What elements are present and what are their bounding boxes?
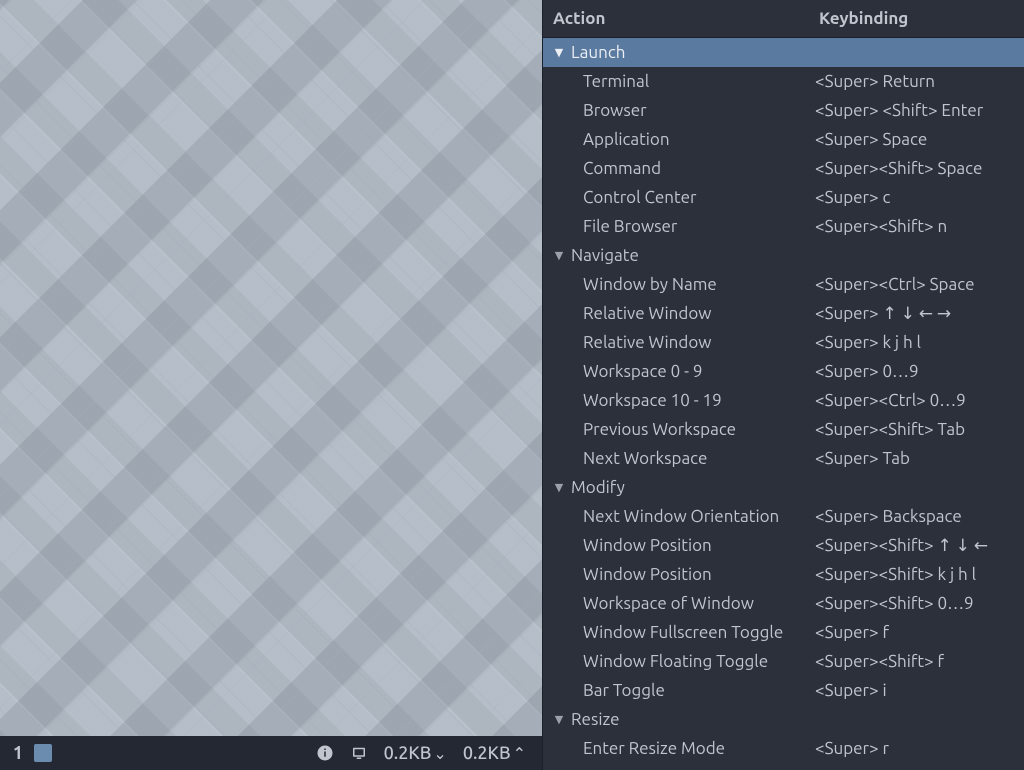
- keybinding-action: Workspace 0 - 9: [543, 362, 815, 381]
- keybinding-keys: <Super><Ctrl> 0…9: [815, 391, 1024, 410]
- keybinding-action: Bar Toggle: [543, 681, 815, 700]
- keybinding-keys: <Super> k j h l: [815, 333, 1024, 352]
- keybinding-row[interactable]: Relative Window<Super> ↑ ↓ ← →: [543, 299, 1024, 328]
- keybinding-row[interactable]: Workspace 0 - 9<Super> 0…9: [543, 357, 1024, 386]
- keybinding-row[interactable]: Control Center<Super> c: [543, 183, 1024, 212]
- keybinding-keys: <Super><Shift> f: [815, 652, 1024, 671]
- section-navigate[interactable]: ▼ Navigate: [543, 241, 1024, 270]
- keybinding-keys: <Super> Tab: [815, 449, 1024, 468]
- keybinding-panel: Action Keybinding ▼LaunchTerminal<Super>…: [542, 0, 1024, 770]
- net-upload-value: 0.2KB: [463, 743, 511, 763]
- keybinding-action: Workspace 10 - 19: [543, 391, 815, 410]
- section-modify[interactable]: ▼ Modify: [543, 473, 1024, 502]
- keybinding-keys: <Super> Return: [815, 72, 1024, 91]
- keybinding-keys: <Super> f: [815, 623, 1024, 642]
- keybinding-action: File Browser: [543, 217, 815, 236]
- keybinding-action: Window Position: [543, 536, 815, 555]
- keybinding-row[interactable]: Command<Super><Shift> Space: [543, 154, 1024, 183]
- chevron-down-icon: ▼: [551, 46, 567, 59]
- section-launch[interactable]: ▼ Launch: [543, 38, 1024, 67]
- keybinding-row[interactable]: Enter Resize Mode<Super> r: [543, 734, 1024, 763]
- keybinding-keys: <Super> Backspace: [815, 507, 1024, 526]
- keybinding-action: Workspace of Window: [543, 594, 815, 613]
- keybinding-row[interactable]: Terminal<Super> Return: [543, 67, 1024, 96]
- keybinding-action: Application: [543, 130, 815, 149]
- keybinding-action: Window Floating Toggle: [543, 652, 815, 671]
- keybinding-action: Window Position: [543, 565, 815, 584]
- keybinding-row[interactable]: Bar Toggle<Super> i: [543, 676, 1024, 705]
- keybinding-keys: <Super> r: [815, 739, 1024, 758]
- net-download-value: 0.2KB: [384, 743, 432, 763]
- section-label: Resize: [571, 710, 620, 729]
- net-upload: 0.2KB ⌃: [463, 743, 526, 763]
- keybinding-row[interactable]: Window Position<Super><Shift> k j h l: [543, 560, 1024, 589]
- section-resize[interactable]: ▼ Resize: [543, 705, 1024, 734]
- keybinding-keys: <Super><Shift> Tab: [815, 420, 1024, 439]
- chevron-down-icon: ⌄: [433, 744, 446, 763]
- keybinding-row[interactable]: Next Workspace<Super> Tab: [543, 444, 1024, 473]
- keybinding-row[interactable]: Application<Super> Space: [543, 125, 1024, 154]
- keybinding-action: Next Window Orientation: [543, 507, 815, 526]
- chevron-down-icon: ▼: [551, 713, 567, 726]
- keybinding-action: Terminal: [543, 72, 815, 91]
- column-header-keybinding[interactable]: Keybinding: [815, 9, 1024, 28]
- keybinding-action: Window Fullscreen Toggle: [543, 623, 815, 642]
- keybinding-keys: <Super><Shift> Space: [815, 159, 1024, 178]
- network-icon[interactable]: [346, 740, 372, 766]
- keybinding-row[interactable]: Window Fullscreen Toggle<Super> f: [543, 618, 1024, 647]
- keybinding-keys: <Super> Space: [815, 130, 1024, 149]
- column-header-action[interactable]: Action: [543, 9, 815, 28]
- taskbar: 1 0.2KB ⌄ 0.2KB ⌃: [0, 736, 542, 770]
- workspace-indicator[interactable]: [34, 744, 52, 762]
- keybinding-action: Previous Workspace: [543, 420, 815, 439]
- chevron-up-icon: ⌃: [513, 744, 526, 763]
- keybinding-row[interactable]: Window Position<Super><Shift> ↑ ↓ ←: [543, 531, 1024, 560]
- keybinding-row[interactable]: File Browser<Super><Shift> n: [543, 212, 1024, 241]
- chevron-down-icon: ▼: [551, 481, 567, 494]
- keybinding-row[interactable]: Next Window Orientation<Super> Backspace: [543, 502, 1024, 531]
- keybinding-keys: <Super> c: [815, 188, 1024, 207]
- keybinding-keys: <Super><Shift> k j h l: [815, 565, 1024, 584]
- keybinding-action: Command: [543, 159, 815, 178]
- keybinding-keys: <Super> 0…9: [815, 362, 1024, 381]
- keybinding-action: Next Workspace: [543, 449, 815, 468]
- keybinding-keys: <Super> <Shift> Enter: [815, 101, 1024, 120]
- keybinding-row[interactable]: Relative Window<Super> k j h l: [543, 328, 1024, 357]
- keybinding-row[interactable]: Window Floating Toggle<Super><Shift> f: [543, 647, 1024, 676]
- keybinding-keys: <Super><Shift> n: [815, 217, 1024, 236]
- keybinding-action: Relative Window: [543, 333, 815, 352]
- keybinding-action: Relative Window: [543, 304, 815, 323]
- keybinding-keys: <Super> i: [815, 681, 1024, 700]
- workspace-number[interactable]: 1: [8, 743, 28, 763]
- keybinding-row[interactable]: Workspace of Window<Super><Shift> 0…9: [543, 589, 1024, 618]
- chevron-down-icon: ▼: [551, 249, 567, 262]
- keybinding-keys: <Super><Shift> ↑ ↓ ←: [815, 536, 1024, 556]
- section-label: Launch: [571, 43, 625, 62]
- keybinding-row[interactable]: Workspace 10 - 19<Super><Ctrl> 0…9: [543, 386, 1024, 415]
- keybinding-keys: <Super><Ctrl> Space: [815, 275, 1024, 294]
- keybinding-keys: <Super><Shift> 0…9: [815, 594, 1024, 613]
- keybinding-row[interactable]: Previous Workspace<Super><Shift> Tab: [543, 415, 1024, 444]
- keybinding-row[interactable]: Browser<Super> <Shift> Enter: [543, 96, 1024, 125]
- keybinding-panel-header: Action Keybinding: [543, 0, 1024, 38]
- section-label: Navigate: [571, 246, 639, 265]
- keybinding-action: Enter Resize Mode: [543, 739, 815, 758]
- keybinding-row[interactable]: Window by Name<Super><Ctrl> Space: [543, 270, 1024, 299]
- info-icon[interactable]: [312, 740, 338, 766]
- keybinding-action: Window by Name: [543, 275, 815, 294]
- keybinding-panel-body: ▼LaunchTerminal<Super> ReturnBrowser<Sup…: [543, 38, 1024, 770]
- keybinding-action: Control Center: [543, 188, 815, 207]
- section-label: Modify: [571, 478, 625, 497]
- keybinding-action: Browser: [543, 101, 815, 120]
- keybinding-keys: <Super> ↑ ↓ ← →: [815, 304, 1024, 324]
- net-download: 0.2KB ⌄: [384, 743, 447, 763]
